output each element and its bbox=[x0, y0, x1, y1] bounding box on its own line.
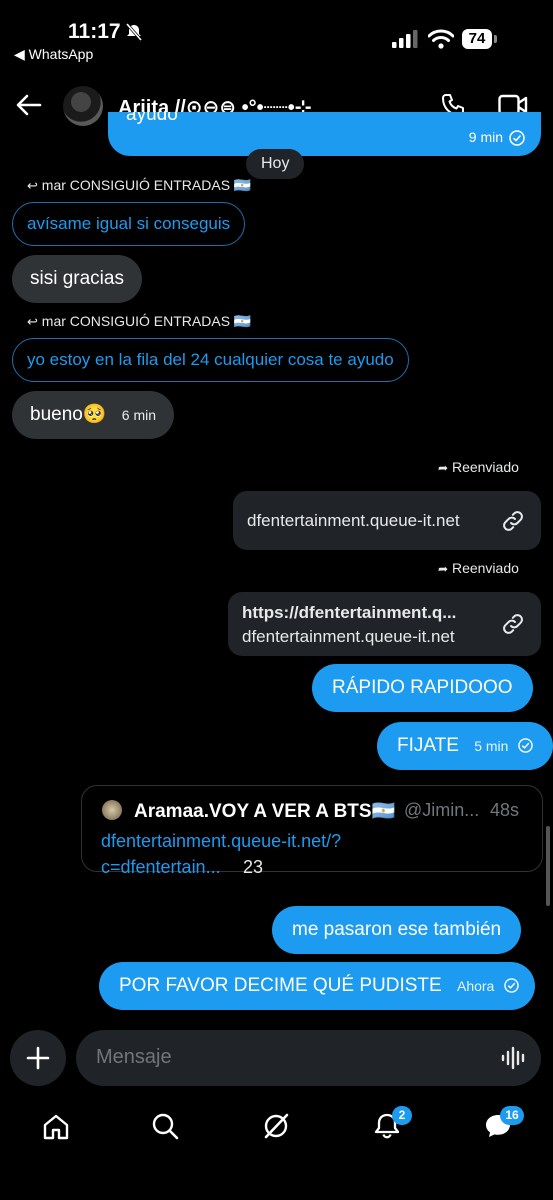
message-text: POR FAVOR DECIME QUÉ PUDISTE bbox=[119, 975, 442, 996]
messages-badge: 16 bbox=[500, 1106, 524, 1125]
message-text: FIJATE bbox=[397, 735, 459, 756]
link-domain: dfentertainment.queue-it.net bbox=[242, 627, 455, 646]
back-to-app-link[interactable]: ◀ WhatsApp bbox=[14, 46, 93, 63]
cellular-signal-icon bbox=[392, 30, 418, 48]
message-outgoing[interactable]: me pasaron ese también bbox=[272, 906, 522, 954]
quoted-link-line2[interactable]: c=dfentertain... bbox=[101, 857, 221, 878]
plus-icon bbox=[26, 1046, 50, 1070]
add-attachment-button[interactable] bbox=[10, 1030, 66, 1086]
message-text: me pasaron ese también bbox=[292, 919, 502, 940]
read-check-icon bbox=[517, 738, 533, 753]
back-arrow-icon[interactable] bbox=[16, 94, 42, 116]
quoted-age: 48s bbox=[490, 800, 520, 820]
message-input-placeholder: Mensaje bbox=[96, 1046, 172, 1068]
message-time: Ahora bbox=[456, 978, 495, 994]
author-avatar bbox=[102, 800, 122, 820]
forwarded-label: ➦ Reenviado bbox=[438, 560, 519, 576]
link-preview-card[interactable]: dfentertainment.queue-it.net bbox=[233, 491, 541, 550]
message-outgoing[interactable]: RÁPIDO RAPIDOOO bbox=[312, 664, 533, 712]
quoted-post-card[interactable]: Aramaa.VOY A VER A BTS🇦🇷 @Jimin... 48s d… bbox=[81, 785, 543, 877]
message-time: 9 min bbox=[468, 129, 503, 145]
date-separator: Hoy bbox=[246, 149, 305, 179]
scrollbar-thumb[interactable] bbox=[546, 826, 550, 906]
message-text: sisi gracias bbox=[30, 268, 124, 289]
link-url: https://dfentertainment.q... bbox=[242, 603, 457, 622]
quoted-text-suffix: 23 bbox=[243, 857, 264, 877]
reply-label-text: mar CONSIGUIÓ ENTRADAS 🇦🇷 bbox=[41, 177, 252, 193]
home-icon[interactable] bbox=[42, 1113, 70, 1141]
grok-icon[interactable] bbox=[262, 1112, 290, 1140]
quoted-message[interactable]: yo estoy en la fila del 24 cualquier cos… bbox=[12, 338, 409, 382]
quoted-link-line1[interactable]: dfentertainment.queue-it.net/? bbox=[101, 831, 341, 852]
notifications-badge: 2 bbox=[392, 1106, 412, 1125]
message-time: 6 min bbox=[121, 407, 157, 423]
forwarded-label: ➦ Reenviado bbox=[438, 459, 519, 475]
read-check-icon bbox=[509, 130, 525, 146]
reply-label-text: mar CONSIGUIÓ ENTRADAS 🇦🇷 bbox=[41, 313, 252, 329]
message-incoming[interactable]: sisi gracias bbox=[12, 255, 142, 303]
read-check-icon bbox=[503, 978, 519, 993]
message-outgoing[interactable]: FIJATE 5 min bbox=[377, 722, 553, 770]
status-time: 11:17 bbox=[68, 20, 121, 43]
avatar[interactable] bbox=[63, 86, 103, 126]
link-icon bbox=[503, 614, 523, 634]
message-input[interactable]: Mensaje bbox=[76, 1030, 541, 1086]
quoted-handle: @Jimin... bbox=[404, 800, 480, 820]
link-domain: dfentertainment.queue-it.net bbox=[247, 511, 460, 530]
battery-level: 74 bbox=[462, 29, 492, 49]
quoted-author: Aramaa.VOY A VER A BTS🇦🇷 bbox=[134, 801, 396, 822]
message-outgoing-partial[interactable]: ayudo 9 min bbox=[108, 112, 541, 156]
message-text: ayudo bbox=[126, 112, 178, 125]
message-text: RÁPIDO RAPIDOOO bbox=[332, 677, 513, 698]
battery-tip bbox=[494, 35, 497, 43]
message-text: bueno🥺 bbox=[30, 404, 107, 425]
reply-context-label: ↩ mar CONSIGUIÓ ENTRADAS 🇦🇷 bbox=[27, 177, 251, 194]
silent-bell-icon bbox=[125, 23, 143, 41]
reply-context-label: ↩ mar CONSIGUIÓ ENTRADAS 🇦🇷 bbox=[27, 313, 251, 330]
reply-arrow-icon: ↩ bbox=[27, 314, 38, 329]
quoted-message[interactable]: avísame igual si conseguis bbox=[12, 202, 246, 246]
wifi-icon bbox=[428, 29, 454, 49]
voice-waveform-icon[interactable] bbox=[501, 1046, 527, 1070]
forward-arrow-icon: ➦ bbox=[438, 562, 449, 576]
reply-arrow-icon: ↩ bbox=[27, 178, 38, 193]
forward-arrow-icon: ➦ bbox=[438, 461, 449, 475]
search-icon[interactable] bbox=[151, 1112, 179, 1140]
link-icon bbox=[503, 511, 523, 531]
link-preview-card[interactable]: https://dfentertainment.q... dfentertain… bbox=[228, 592, 541, 656]
message-outgoing[interactable]: POR FAVOR DECIME QUÉ PUDISTE Ahora bbox=[99, 962, 535, 1010]
message-incoming[interactable]: bueno🥺 6 min bbox=[12, 391, 175, 439]
message-time: 5 min bbox=[474, 738, 509, 754]
